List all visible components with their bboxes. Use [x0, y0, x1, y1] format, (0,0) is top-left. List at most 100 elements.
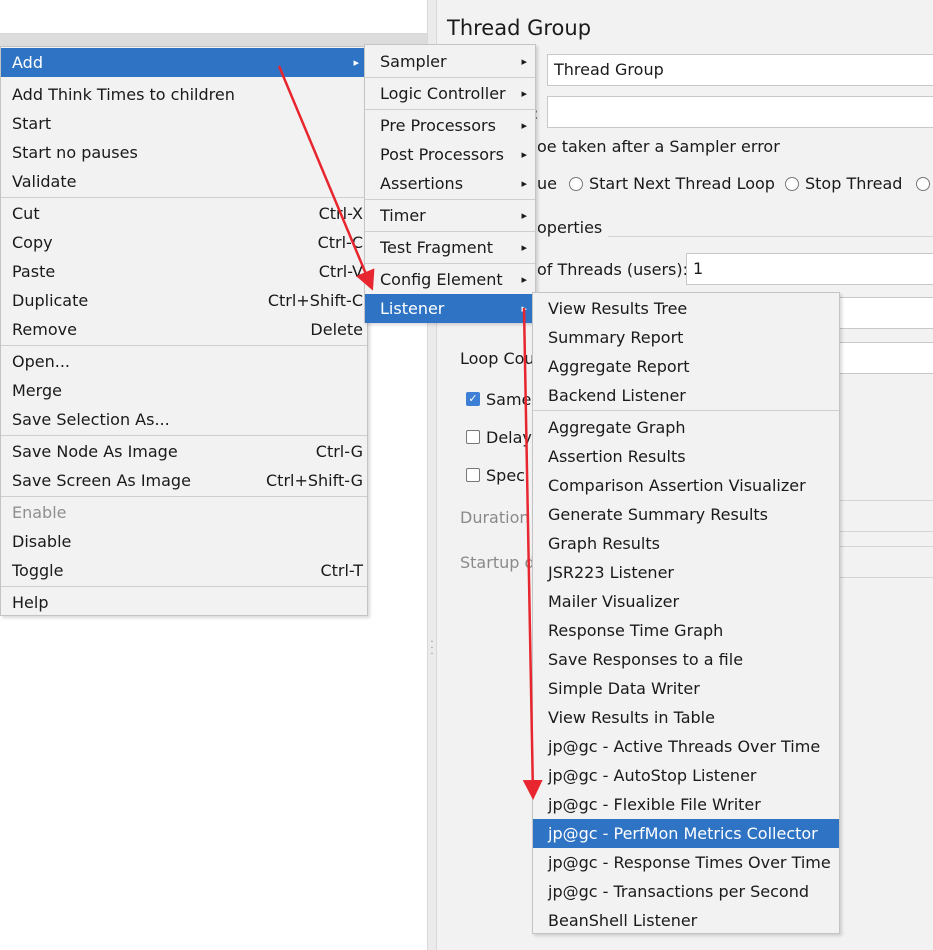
- menu-item-label: View Results in Table: [548, 708, 715, 727]
- submenu-arrow-icon: ▸: [521, 273, 527, 286]
- menu-item-help[interactable]: Help: [1, 588, 367, 617]
- menu-item-jp-gc-autostop-listener[interactable]: jp@gc - AutoStop Listener: [533, 761, 839, 790]
- menu-separator: [1, 197, 367, 198]
- startup-delay-field[interactable]: [840, 546, 933, 547]
- stop-test-radio[interactable]: [916, 174, 933, 193]
- name-field[interactable]: Thread Group: [547, 54, 933, 86]
- menu-item-save-node-as-image[interactable]: Save Node As Image Ctrl-G: [1, 437, 367, 466]
- menu-item-beanshell-listener[interactable]: BeanShell Listener: [533, 906, 839, 935]
- menu-item-view-results-tree[interactable]: View Results Tree: [533, 294, 839, 323]
- menu-item-label: Save Node As Image: [12, 442, 178, 461]
- menu-item-timer[interactable]: Timer ▸: [365, 201, 535, 230]
- menu-item-copy[interactable]: Copy Ctrl-C: [1, 228, 367, 257]
- menu-item-add[interactable]: Add ▸: [1, 48, 367, 77]
- menu-item-aggregate-graph[interactable]: Aggregate Graph: [533, 413, 839, 442]
- menu-separator: [1, 435, 367, 436]
- menu-item-logic-controller[interactable]: Logic Controller ▸: [365, 79, 535, 108]
- menu-item-label: Aggregate Graph: [548, 418, 686, 437]
- menu-item-assertions[interactable]: Assertions ▸: [365, 169, 535, 198]
- menu-item-label: Help: [12, 593, 49, 612]
- menu-separator: [365, 77, 535, 78]
- menu-item-jp-gc-flexible-file-writer[interactable]: jp@gc - Flexible File Writer: [533, 790, 839, 819]
- stop-thread-radio[interactable]: Stop Thread: [785, 174, 902, 193]
- tree-search-field[interactable]: [0, 0, 427, 34]
- menu-item-jsr223-listener[interactable]: JSR223 Listener: [533, 558, 839, 587]
- menu-item-enable[interactable]: Enable: [1, 498, 367, 527]
- tree-selected-row[interactable]: [0, 34, 427, 46]
- specify-lifetime-checkbox[interactable]: [466, 468, 480, 482]
- menu-item-disable[interactable]: Disable: [1, 527, 367, 556]
- menu-item-toggle[interactable]: Toggle Ctrl-T: [1, 556, 367, 585]
- menu-item-save-selection-as[interactable]: Save Selection As...: [1, 405, 367, 434]
- menu-item-jp-gc-active-threads-over-time[interactable]: jp@gc - Active Threads Over Time: [533, 732, 839, 761]
- menu-item-label: Listener: [380, 299, 445, 318]
- menu-item-view-results-in-table[interactable]: View Results in Table: [533, 703, 839, 732]
- menu-item-cut[interactable]: Cut Ctrl-X: [1, 199, 367, 228]
- shortcut-label: Ctrl-X: [318, 204, 363, 223]
- menu-item-summary-report[interactable]: Summary Report: [533, 323, 839, 352]
- menu-item-start-no-pauses[interactable]: Start no pauses: [1, 138, 367, 167]
- menu-item-jp-gc-transactions-per-second[interactable]: jp@gc - Transactions per Second: [533, 877, 839, 906]
- menu-item-label: Mailer Visualizer: [548, 592, 680, 611]
- menu-item-label: Save Selection As...: [12, 410, 170, 429]
- menu-item-pre-processors[interactable]: Pre Processors ▸: [365, 111, 535, 140]
- menu-item-aggregate-report[interactable]: Aggregate Report: [533, 352, 839, 381]
- submenu-arrow-icon: ▸: [521, 302, 527, 315]
- shortcut-label: Delete: [310, 320, 363, 339]
- menu-item-backend-listener[interactable]: Backend Listener: [533, 381, 839, 410]
- menu-item-label: Simple Data Writer: [548, 679, 700, 698]
- submenu-arrow-icon: ▸: [521, 148, 527, 161]
- menu-separator: [365, 263, 535, 264]
- menu-item-listener[interactable]: Listener ▸: [365, 294, 535, 323]
- menu-item-merge[interactable]: Merge: [1, 376, 367, 405]
- threads-field[interactable]: 1: [686, 253, 933, 285]
- menu-item-generate-summary-results[interactable]: Generate Summary Results: [533, 500, 839, 529]
- menu-item-add-think-times-to-children[interactable]: Add Think Times to children: [1, 80, 367, 109]
- menu-item-label: Test Fragment: [380, 238, 494, 257]
- menu-item-label: Pre Processors: [380, 116, 496, 135]
- menu-item-jp-gc-response-times-over-time[interactable]: jp@gc - Response Times Over Time: [533, 848, 839, 877]
- context-menu: Add ▸ Add Think Times to children Start Star…: [0, 46, 368, 616]
- delay-checkbox[interactable]: [466, 430, 480, 444]
- menu-item-validate[interactable]: Validate: [1, 167, 367, 196]
- comments-field[interactable]: [547, 96, 933, 128]
- menu-item-label: Logic Controller: [380, 84, 506, 103]
- menu-item-paste[interactable]: Paste Ctrl-V: [1, 257, 367, 286]
- submenu-arrow-icon: ▸: [521, 177, 527, 190]
- menu-item-graph-results[interactable]: Graph Results: [533, 529, 839, 558]
- menu-item-config-element[interactable]: Config Element ▸: [365, 265, 535, 294]
- menu-item-label: jp@gc - Flexible File Writer: [548, 795, 761, 814]
- menu-item-comparison-assertion-visualizer[interactable]: Comparison Assertion Visualizer: [533, 471, 839, 500]
- menu-item-sampler[interactable]: Sampler ▸: [365, 47, 535, 76]
- thread-properties-label: operties: [537, 218, 609, 237]
- menu-separator: [365, 231, 535, 232]
- splitter-grip-icon[interactable]: · · ·: [430, 638, 434, 660]
- menu-separator: [533, 410, 839, 411]
- start-next-loop-radio[interactable]: Start Next Thread Loop: [569, 174, 775, 193]
- menu-item-label: Open...: [12, 352, 70, 371]
- duration-field[interactable]: [840, 500, 933, 501]
- menu-item-simple-data-writer[interactable]: Simple Data Writer: [533, 674, 839, 703]
- menu-item-duplicate[interactable]: Duplicate Ctrl+Shift-C: [1, 286, 367, 315]
- menu-item-label: Graph Results: [548, 534, 660, 553]
- sampler-error-label: oe taken after a Sampler error: [537, 137, 780, 156]
- menu-item-label: Backend Listener: [548, 386, 686, 405]
- specify-lifetime-label: Speci: [486, 466, 530, 485]
- menu-item-label: Add Think Times to children: [12, 85, 235, 104]
- menu-item-assertion-results[interactable]: Assertion Results: [533, 442, 839, 471]
- menu-item-save-responses-to-a-file[interactable]: Save Responses to a file: [533, 645, 839, 674]
- continue-radio-label: ue: [537, 174, 557, 193]
- menu-item-remove[interactable]: Remove Delete: [1, 315, 367, 344]
- menu-item-test-fragment[interactable]: Test Fragment ▸: [365, 233, 535, 262]
- menu-separator: [1, 345, 367, 346]
- menu-item-start[interactable]: Start: [1, 109, 367, 138]
- menu-item-open[interactable]: Open...: [1, 347, 367, 376]
- menu-item-save-screen-as-image[interactable]: Save Screen As Image Ctrl+Shift-G: [1, 466, 367, 495]
- menu-item-mailer-visualizer[interactable]: Mailer Visualizer: [533, 587, 839, 616]
- menu-item-jp-gc-perfmon-metrics-collector[interactable]: jp@gc - PerfMon Metrics Collector: [533, 819, 839, 848]
- duration-label: Duration: [460, 508, 530, 527]
- menu-item-response-time-graph[interactable]: Response Time Graph: [533, 616, 839, 645]
- same-user-checkbox[interactable]: ✓: [466, 392, 480, 406]
- startup-delay-label: Startup d: [460, 553, 535, 572]
- menu-item-post-processors[interactable]: Post Processors ▸: [365, 140, 535, 169]
